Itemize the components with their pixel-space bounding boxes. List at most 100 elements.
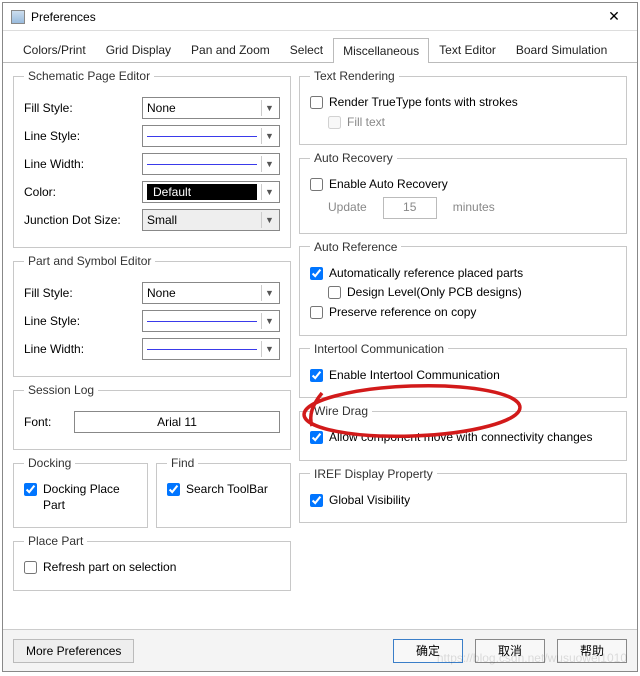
legend-text-rendering: Text Rendering <box>310 69 399 83</box>
group-part-symbol-editor: Part and Symbol Editor Fill Style: None … <box>13 254 291 377</box>
group-session-log: Session Log Font: Arial 11 <box>13 383 291 450</box>
group-intertool-communication: Intertool Communication Enable Intertool… <box>299 342 627 399</box>
check-enable-auto-recovery[interactable] <box>310 178 323 191</box>
label-global-visibility: Global Visibility <box>329 493 410 509</box>
label-pe-fill-style: Fill Style: <box>24 286 142 300</box>
legend-place-part: Place Part <box>24 534 87 548</box>
combo-fill-style[interactable]: None ▼ <box>142 97 280 119</box>
chevron-down-icon: ▼ <box>261 100 277 116</box>
line-style-sample <box>147 136 257 137</box>
check-enable-intertool[interactable] <box>310 369 323 382</box>
combo-line-width[interactable]: ▼ <box>142 153 280 175</box>
tab-bar: Colors/Print Grid Display Pan and Zoom S… <box>3 31 637 63</box>
tab-miscellaneous[interactable]: Miscellaneous <box>333 38 429 63</box>
legend-auto-reference: Auto Reference <box>310 240 401 254</box>
group-text-rendering: Text Rendering Render TrueType fonts wit… <box>299 69 627 145</box>
combo-junction-dot-size[interactable]: Small ▼ <box>142 209 280 231</box>
group-iref-display: IREF Display Property Global Visibility <box>299 467 627 524</box>
chevron-down-icon: ▼ <box>261 341 277 357</box>
cancel-button[interactable]: 取消 <box>475 639 545 663</box>
legend-iref: IREF Display Property <box>310 467 437 481</box>
label-docking-option: Docking Place Part <box>43 482 137 513</box>
check-refresh-part[interactable] <box>24 561 37 574</box>
group-place-part: Place Part Refresh part on selection <box>13 534 291 591</box>
label-fill-style: Fill Style: <box>24 101 142 115</box>
check-allow-component-move[interactable] <box>310 431 323 444</box>
titlebar: Preferences ✕ <box>3 3 637 31</box>
tab-board-simulation[interactable]: Board Simulation <box>506 37 617 62</box>
group-schematic-page-editor: Schematic Page Editor Fill Style: None ▼… <box>13 69 291 248</box>
label-line-width: Line Width: <box>24 157 142 171</box>
legend-find: Find <box>167 456 198 470</box>
legend-docking: Docking <box>24 456 75 470</box>
check-auto-reference-parts[interactable] <box>310 267 323 280</box>
group-find: Find Search ToolBar <box>156 456 291 528</box>
combo-line-style[interactable]: ▼ <box>142 125 280 147</box>
combo-color-value: Default <box>147 184 257 200</box>
label-color: Color: <box>24 185 142 199</box>
tab-text-editor[interactable]: Text Editor <box>429 37 506 62</box>
footer: More Preferences 确定 取消 帮助 <box>3 629 637 671</box>
chevron-down-icon: ▼ <box>261 212 277 228</box>
check-docking-place-part[interactable] <box>24 483 37 496</box>
pe-line-style-sample <box>147 321 257 322</box>
pe-line-width-sample <box>147 349 257 350</box>
app-icon <box>11 10 25 24</box>
label-pe-line-style: Line Style: <box>24 314 142 328</box>
tab-select[interactable]: Select <box>280 37 333 62</box>
chevron-down-icon: ▼ <box>261 128 277 144</box>
legend-session-log: Session Log <box>24 383 98 397</box>
chevron-down-icon: ▼ <box>261 313 277 329</box>
legend-part-editor: Part and Symbol Editor <box>24 254 155 268</box>
legend-schematic: Schematic Page Editor <box>24 69 154 83</box>
input-recovery-interval: 15 <box>383 197 437 219</box>
combo-pe-line-style[interactable]: ▼ <box>142 310 280 332</box>
combo-pe-fill-value: None <box>147 286 176 300</box>
label-enable-auto-recovery: Enable Auto Recovery <box>329 177 448 193</box>
check-search-toolbar[interactable] <box>167 483 180 496</box>
label-junction-dot-size: Junction Dot Size: <box>24 213 142 227</box>
label-auto-reference-parts: Automatically reference placed parts <box>329 266 523 282</box>
check-render-truetype[interactable] <box>310 96 323 109</box>
label-design-level: Design Level(Only PCB designs) <box>347 285 522 301</box>
label-line-style: Line Style: <box>24 129 142 143</box>
more-preferences-button[interactable]: More Preferences <box>13 639 134 663</box>
label-minutes: minutes <box>453 200 495 216</box>
label-allow-component-move: Allow component move with connectivity c… <box>329 430 592 446</box>
combo-pe-fill-style[interactable]: None ▼ <box>142 282 280 304</box>
font-display[interactable]: Arial 11 <box>74 411 280 433</box>
group-auto-reference: Auto Reference Automatically reference p… <box>299 240 627 336</box>
help-button[interactable]: 帮助 <box>557 639 627 663</box>
combo-pe-line-width[interactable]: ▼ <box>142 338 280 360</box>
group-docking: Docking Docking Place Part <box>13 456 148 528</box>
line-width-sample <box>147 164 257 165</box>
label-enable-intertool: Enable Intertool Communication <box>329 368 500 384</box>
close-icon[interactable]: ✕ <box>599 8 629 25</box>
label-font: Font: <box>24 415 74 429</box>
group-wire-drag: Wire Drag Allow component move with conn… <box>299 404 627 461</box>
ok-button[interactable]: 确定 <box>393 639 463 663</box>
check-design-level[interactable] <box>328 286 341 299</box>
check-preserve-reference[interactable] <box>310 306 323 319</box>
legend-intertool: Intertool Communication <box>310 342 448 356</box>
label-find-option: Search ToolBar <box>186 482 268 498</box>
tab-colors-print[interactable]: Colors/Print <box>13 37 96 62</box>
label-fill-text: Fill text <box>347 115 385 131</box>
label-render-truetype: Render TrueType fonts with strokes <box>329 95 518 111</box>
label-pe-line-width: Line Width: <box>24 342 142 356</box>
chevron-down-icon: ▼ <box>261 285 277 301</box>
tab-grid-display[interactable]: Grid Display <box>96 37 181 62</box>
combo-junction-value: Small <box>147 213 177 227</box>
check-global-visibility[interactable] <box>310 494 323 507</box>
combo-fill-style-value: None <box>147 101 176 115</box>
group-auto-recovery: Auto Recovery Enable Auto Recovery Updat… <box>299 151 627 234</box>
label-update: Update <box>328 200 367 216</box>
chevron-down-icon: ▼ <box>261 156 277 172</box>
legend-wire-drag: Wire Drag <box>310 404 372 418</box>
chevron-down-icon: ▼ <box>261 184 277 200</box>
tab-pan-and-zoom[interactable]: Pan and Zoom <box>181 37 280 62</box>
label-refresh-part: Refresh part on selection <box>43 560 176 576</box>
combo-color[interactable]: Default ▼ <box>142 181 280 203</box>
check-fill-text <box>328 116 341 129</box>
label-preserve-reference: Preserve reference on copy <box>329 305 476 321</box>
